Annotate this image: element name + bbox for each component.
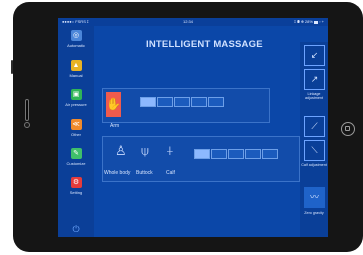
carrier-text: ●●●●○ FSRS ⟟ xyxy=(62,19,89,24)
nav-automatic[interactable]: ◎ Automatic xyxy=(60,28,92,54)
intensity-segment[interactable] xyxy=(174,97,190,107)
intensity-segment[interactable] xyxy=(157,97,173,107)
volume-button[interactable] xyxy=(11,60,13,74)
battery-text: ⟟ ◉ ⊕ 28% ▆ ▫ + xyxy=(294,19,324,24)
home-button[interactable] xyxy=(341,122,355,136)
arm-intensity-bar[interactable] xyxy=(140,97,225,107)
body-intensity-bar[interactable] xyxy=(194,149,279,159)
nav-air-pressure[interactable]: ▣ Air pressure xyxy=(60,87,92,113)
whole-body-icon[interactable]: ♙ xyxy=(115,144,127,157)
nav-setting-label: Setting xyxy=(69,190,83,195)
nav-manual-label: Manual xyxy=(69,73,83,78)
intensity-segment[interactable] xyxy=(140,97,156,107)
nav-air-pressure-label: Air pressure xyxy=(65,102,87,107)
other-icon: ≪ xyxy=(70,119,82,130)
right-nav: ↙ ↗ Linkage adjustment ⟋ ⟍ Calf adjustme… xyxy=(300,42,328,237)
linkage-adjustment-label: Linkage adjustment xyxy=(304,92,324,100)
app-screen: ●●●●○ FSRS ⟟ 12:34 ⟟ ◉ ⊕ 28% ▆ ▫ + ◎ Aut… xyxy=(58,18,328,237)
intensity-segment[interactable] xyxy=(245,149,261,159)
chair-recline-icon[interactable]: ↙ xyxy=(304,45,325,66)
intensity-segment[interactable] xyxy=(211,149,227,159)
nav-other-label: Other xyxy=(70,132,81,137)
left-nav: ◎ Automatic ▲ Manual ▣ Air pressure ≪ Ot… xyxy=(58,26,94,237)
intensity-segment[interactable] xyxy=(191,97,207,107)
calf-up-icon[interactable]: ⟋ xyxy=(304,116,325,137)
air-pressure-icon: ▣ xyxy=(70,89,82,100)
arm-label: Arm xyxy=(110,123,120,129)
chair-upright-icon[interactable]: ↗ xyxy=(304,69,325,90)
intensity-segment[interactable] xyxy=(262,149,278,159)
page-title: INTELLIGENT MASSAGE xyxy=(146,39,263,50)
nav-manual[interactable]: ▲ Manual xyxy=(60,58,92,84)
body-panel xyxy=(102,136,300,182)
intensity-segment[interactable] xyxy=(194,149,210,159)
zero-gravity-label: Zero gravity xyxy=(304,211,324,215)
setting-icon: ⚙ xyxy=(70,177,82,188)
calf-down-icon[interactable]: ⟍ xyxy=(304,140,325,161)
whole-body-label: Whole body xyxy=(104,170,131,176)
manual-icon: ▲ xyxy=(70,60,82,71)
power-icon[interactable]: ⏻ xyxy=(70,223,82,235)
calf-adjustment-label: Calf adjustment xyxy=(301,163,327,167)
arm-icon[interactable]: ✋ xyxy=(106,92,121,117)
nav-automatic-label: Automatic xyxy=(67,43,85,48)
intensity-segment[interactable] xyxy=(208,97,224,107)
buttock-label: Buttock xyxy=(136,170,153,176)
status-bar: ●●●●○ FSRS ⟟ 12:34 ⟟ ◉ ⊕ 28% ▆ ▫ + xyxy=(58,18,328,26)
buttock-icon[interactable]: ⍦ xyxy=(141,144,149,157)
calf-icon[interactable]: ⍭ xyxy=(166,144,174,157)
nav-customize-label: Customize xyxy=(66,161,86,166)
clock-text: 12:34 xyxy=(183,19,194,24)
nav-customize[interactable]: ✎ Customize xyxy=(60,146,92,172)
customize-icon: ✎ xyxy=(70,148,82,159)
zero-gravity-icon[interactable]: 〰 xyxy=(304,187,325,208)
nav-other[interactable]: ≪ Other xyxy=(60,117,92,143)
intensity-segment[interactable] xyxy=(228,149,244,159)
automatic-icon: ◎ xyxy=(70,30,82,41)
nav-setting[interactable]: ⚙ Setting xyxy=(60,175,92,201)
calf-label: Calf xyxy=(166,170,175,176)
speaker-slot xyxy=(25,99,29,121)
camera-dot xyxy=(24,122,30,128)
